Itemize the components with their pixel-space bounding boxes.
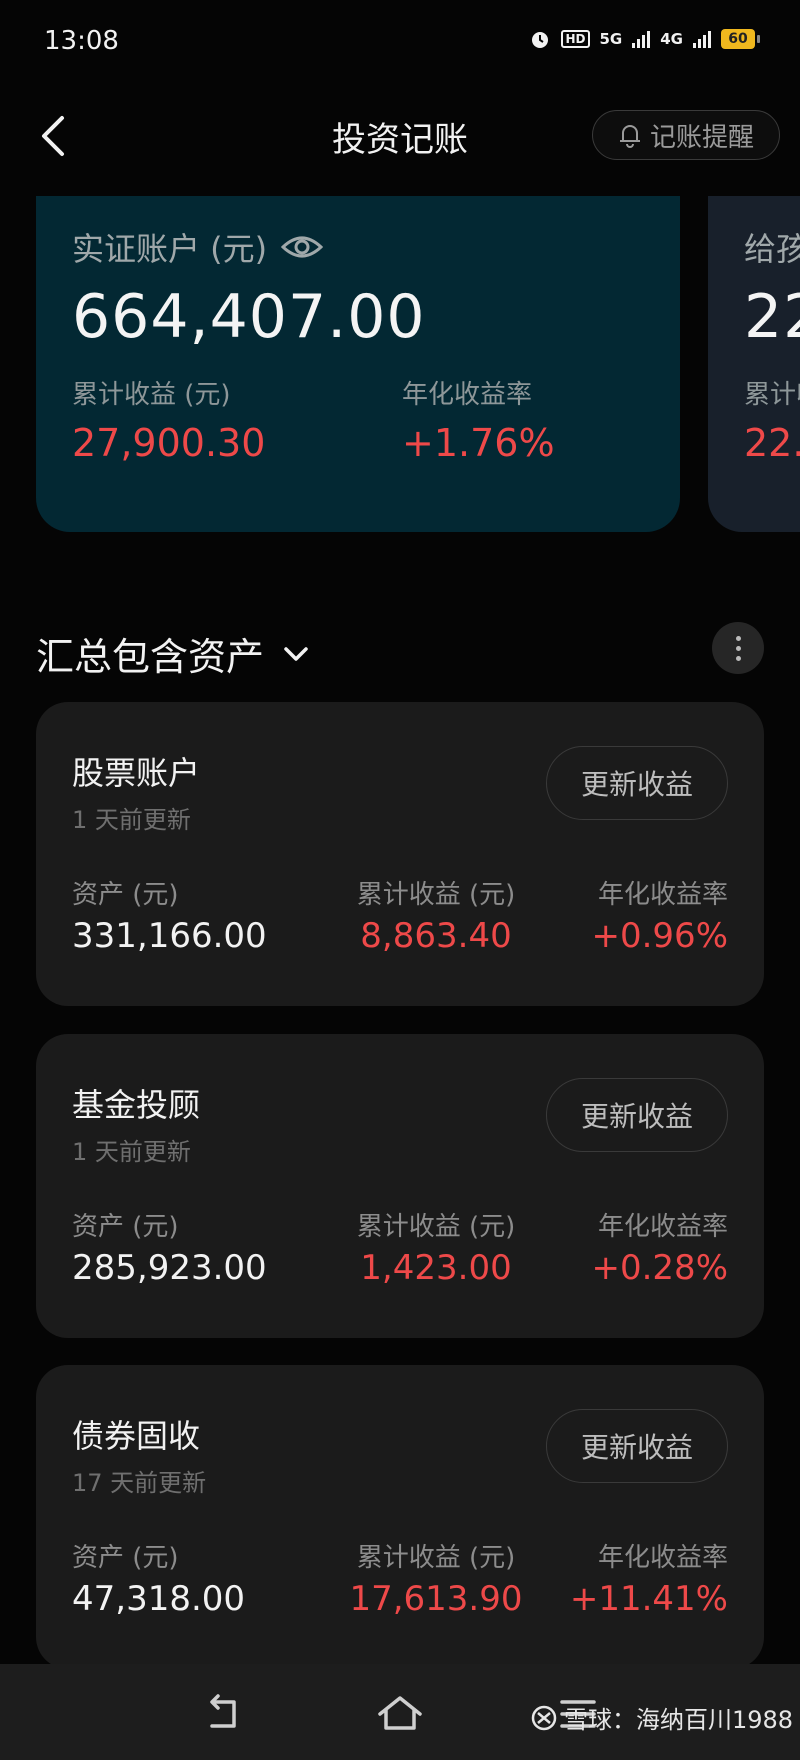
alarm-icon xyxy=(532,32,549,48)
status-icons: HD 5G 4G 60 xyxy=(529,28,760,50)
watermark: 雪球：海纳百川1988 xyxy=(530,1700,793,1735)
annual-rate-value: +0.28% xyxy=(591,1248,729,1288)
network-5g: 5G xyxy=(599,30,623,48)
asset-label: 资产 (元) xyxy=(72,1543,179,1573)
eye-icon[interactable] xyxy=(281,233,324,261)
annual-rate-value: +0.96% xyxy=(591,916,729,956)
annual-rate-value: +1.76% xyxy=(402,421,555,465)
asset-card[interactable]: 基金投顾 1 天前更新 更新收益 资产 (元) 累计收益 (元) 年化收益率 2… xyxy=(36,1034,764,1338)
network-4g: 4G xyxy=(660,30,683,48)
cumulative-label: 累计收益 (元) xyxy=(356,1212,516,1242)
account-card-next[interactable]: 给孩 22 累计收 22. xyxy=(708,196,800,532)
battery-icon: 60 xyxy=(721,29,760,49)
account2-cumulative-value: 22. xyxy=(744,421,800,465)
asset-value: 331,166.00 xyxy=(72,916,267,956)
xueqiu-logo-icon xyxy=(531,1705,557,1730)
asset-label: 资产 (元) xyxy=(72,1212,179,1242)
account-summary-card[interactable]: 实证账户 (元) 664,407.00 累计收益 (元) 27,900.30 年… xyxy=(36,196,680,532)
watermark-text: 雪球：海纳百川1988 xyxy=(564,1706,794,1734)
annual-rate-value: +11.41% xyxy=(569,1579,728,1619)
signal-icon xyxy=(632,30,651,48)
asset-label: 资产 (元) xyxy=(72,880,179,910)
back-nav-icon[interactable] xyxy=(196,1690,252,1738)
status-time: 13:08 xyxy=(44,26,119,56)
reminder-button[interactable]: 记账提醒 xyxy=(592,110,780,160)
asset-name: 股票账户 xyxy=(72,754,201,792)
annual-rate-label: 年化收益率 xyxy=(597,1543,728,1573)
asset-name: 基金投顾 xyxy=(72,1086,201,1124)
asset-updated: 1 天前更新 xyxy=(72,806,191,834)
chevron-down-icon xyxy=(284,646,308,661)
cumulative-value: 27,900.30 xyxy=(72,421,266,465)
account2-cumulative-label: 累计收 xyxy=(744,380,800,410)
battery-level: 60 xyxy=(721,29,755,49)
annual-rate-label: 年化收益率 xyxy=(402,380,533,410)
cumulative-value: 1,423.00 xyxy=(360,1248,512,1288)
update-returns-button[interactable]: 更新收益 xyxy=(546,1409,728,1483)
signal-icon-2 xyxy=(693,30,711,48)
account2-total: 22 xyxy=(744,282,800,352)
annual-rate-label: 年化收益率 xyxy=(597,880,728,910)
bell-icon xyxy=(619,125,640,148)
hd-indicator: HD xyxy=(561,30,590,48)
update-returns-button[interactable]: 更新收益 xyxy=(546,1078,728,1152)
asset-value: 285,923.00 xyxy=(72,1248,267,1288)
cumulative-label: 累计收益 (元) xyxy=(356,880,516,910)
reminder-label: 记账提醒 xyxy=(649,122,754,153)
asset-card[interactable]: 债券固收 17 天前更新 更新收益 资产 (元) 累计收益 (元) 年化收益率 … xyxy=(36,1365,764,1669)
account-label: 实证账户 (元) xyxy=(72,230,268,268)
cumulative-label: 累计收益 (元) xyxy=(356,1543,516,1573)
annual-rate-label: 年化收益率 xyxy=(597,1212,728,1242)
more-icon[interactable] xyxy=(712,622,764,674)
asset-updated: 17 天前更新 xyxy=(72,1469,207,1497)
account-label-row: 实证账户 (元) xyxy=(72,224,644,270)
section-selector[interactable]: 汇总包含资产 xyxy=(36,626,310,681)
asset-name: 债券固收 xyxy=(72,1417,201,1455)
cumulative-value: 17,613.90 xyxy=(349,1579,523,1619)
asset-card[interactable]: 股票账户 1 天前更新 更新收益 资产 (元) 累计收益 (元) 年化收益率 3… xyxy=(36,702,764,1006)
section-title: 汇总包含资产 xyxy=(36,635,265,679)
cumulative-value: 8,863.40 xyxy=(360,916,512,956)
home-icon[interactable] xyxy=(372,1690,428,1738)
update-returns-button[interactable]: 更新收益 xyxy=(546,746,728,820)
asset-value: 47,318.00 xyxy=(72,1579,246,1619)
account-total: 664,407.00 xyxy=(72,282,426,352)
cumulative-label: 累计收益 (元) xyxy=(72,380,231,410)
asset-updated: 1 天前更新 xyxy=(72,1138,191,1166)
account2-label: 给孩 xyxy=(744,230,800,268)
